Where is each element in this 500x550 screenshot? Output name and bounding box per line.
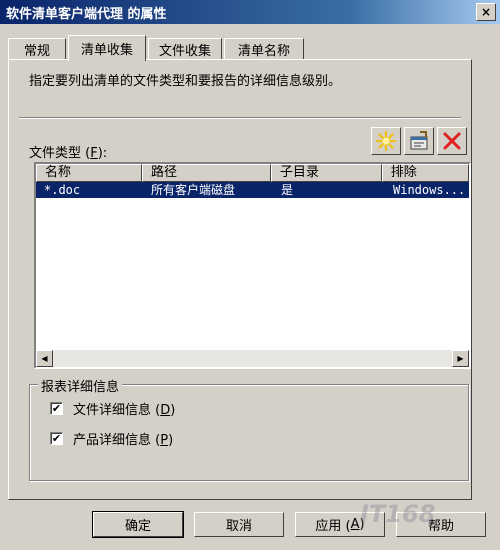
scroll-track[interactable] [53,350,452,367]
properties-button[interactable] [404,127,434,155]
column-header-name[interactable]: 名称 [36,164,143,182]
file-details-option[interactable]: ✔ 文件详细信息 (D) [50,399,175,418]
tab-inventory-names-label: 清单名称 [237,44,290,59]
list-header: 名称 路径 子目录 排除 [36,164,469,182]
delete-x-icon [443,132,461,150]
column-header-exclude[interactable]: 排除 [381,164,469,182]
new-star-icon [375,130,397,152]
file-types-label: 文件类型 (F): [29,142,107,161]
horizontal-scrollbar[interactable]: ◀ ▶ [36,350,469,367]
checkmark-icon: ✔ [51,402,62,415]
product-details-label-prefix: 产品详细信息 ( [73,433,161,448]
file-types-label-prefix: 文件类型 ( [29,146,91,161]
scroll-left-icon: ◀ [41,354,48,363]
cancel-button[interactable]: 取消 [194,512,284,537]
file-details-checkbox[interactable]: ✔ [50,402,63,415]
file-types-list[interactable]: 名称 路径 子目录 排除 *.doc 所有客户端磁盘 是 Windows... … [34,162,471,369]
column-header-subdirectory[interactable]: 子目录 [270,164,382,182]
description-text: 指定要列出清单的文件类型和要报告的详细信息级别。 [29,74,342,89]
new-file-type-button[interactable] [371,127,401,155]
close-icon: × [480,5,492,19]
window-title: 软件清单客户端代理 的属性 [6,6,167,22]
product-details-access-key: P [160,433,169,448]
file-details-label-suffix: ) [170,403,176,418]
report-details-title: 报表详细信息 [38,376,123,395]
cell-path: 所有客户端磁盘 [151,183,236,197]
tab-general[interactable]: 常规 [8,38,66,60]
close-button[interactable]: × [476,3,496,21]
file-details-label-prefix: 文件详细信息 ( [73,403,161,418]
cell-subdirectory: 是 [281,183,294,197]
cell-exclude: Windows... [393,183,466,197]
product-details-label: 产品详细信息 (P) [73,429,173,448]
tab-inventory-names[interactable]: 清单名称 [224,38,304,60]
file-types-access-key: F [90,146,98,161]
scroll-right-icon: ▶ [457,354,464,363]
file-details-label: 文件详细信息 (D) [73,399,175,418]
tab-file-collection-label: 文件收集 [158,44,211,59]
delete-button[interactable] [437,127,467,155]
properties-icon [410,131,428,150]
file-details-access-key: D [160,403,171,418]
product-details-checkbox[interactable]: ✔ [50,432,63,445]
watermark-logo: IT168 [360,500,436,528]
cell-name: *.doc [44,183,81,197]
separator [19,117,461,119]
file-types-label-suffix: ): [97,146,108,161]
checkmark-icon: ✔ [51,432,62,445]
product-details-label-suffix: ) [168,433,174,448]
tab-panel: 指定要列出清单的文件类型和要报告的详细信息级别。 文件类型 (F): 名称 路径… [8,59,472,500]
scroll-right-button[interactable]: ▶ [452,350,469,367]
scroll-left-button[interactable]: ◀ [36,350,53,367]
title-bar: 软件清单客户端代理 的属性 × [0,0,500,24]
apply-label-prefix: 应用 ( [315,519,351,534]
tab-inventory-collection[interactable]: 清单收集 [68,35,146,61]
report-details-group: 报表详细信息 ✔ 文件详细信息 (D) ✔ 产品详细信息 (P) [29,376,469,481]
column-header-path[interactable]: 路径 [142,164,271,182]
tab-file-collection[interactable]: 文件收集 [148,38,222,60]
tab-general-label: 常规 [23,44,50,59]
ok-button[interactable]: 确定 [92,511,184,538]
product-details-option[interactable]: ✔ 产品详细信息 (P) [50,429,173,448]
apply-access-key: A [350,517,360,532]
list-row[interactable]: *.doc 所有客户端磁盘 是 Windows... [36,182,469,198]
tab-inventory-collection-label: 清单收集 [80,43,133,58]
